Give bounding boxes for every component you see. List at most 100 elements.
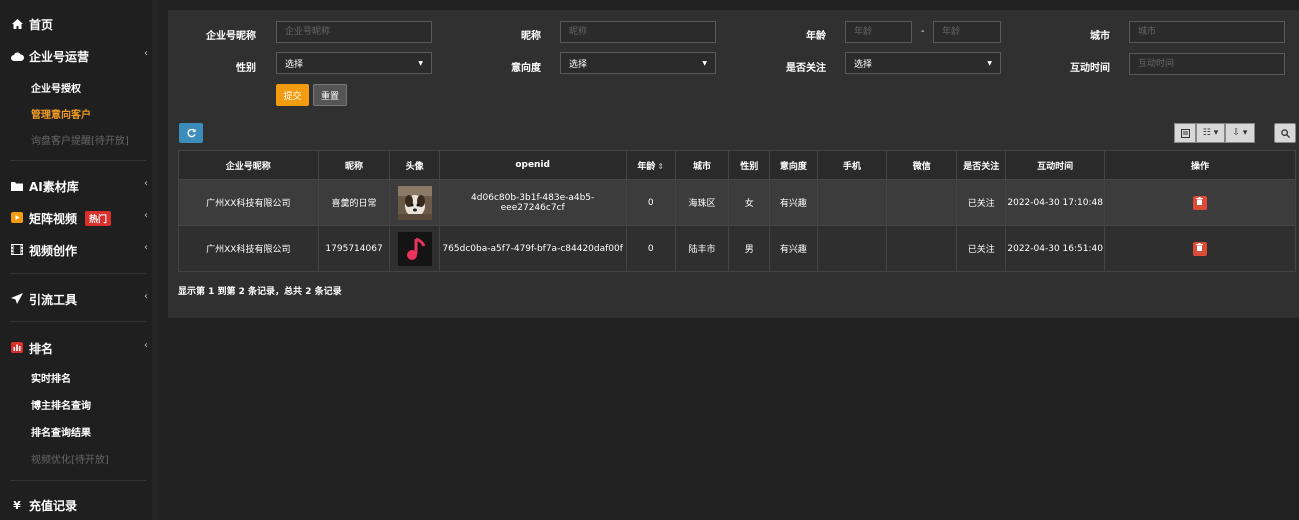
cell-phone <box>816 225 888 272</box>
export-button[interactable]: ⇩ ▾ <box>1225 123 1255 143</box>
cell-company: 广州XX科技有限公司 <box>178 225 319 272</box>
refresh-button[interactable] <box>179 123 203 143</box>
delete-button[interactable] <box>1192 195 1207 210</box>
columns-button[interactable]: ☷ ▾ <box>1196 123 1225 143</box>
sidebar-group-recharge[interactable]: ¥ 充值记录 <box>10 497 152 514</box>
cell-wechat <box>886 225 958 272</box>
sidebar-group-ai-library[interactable]: AI素材库 ‹ <box>10 178 152 195</box>
column-header[interactable]: 操作 <box>1103 150 1297 180</box>
cell-age: 0 <box>625 179 676 226</box>
music-note-avatar <box>397 231 432 266</box>
sidebar-group-video-creation[interactable]: 视频创作 ‹ <box>10 242 152 259</box>
caret-down-icon: ▼ <box>418 59 423 67</box>
sidebar-group-label: 充值记录 <box>29 499 78 513</box>
play-badge-icon <box>10 211 24 226</box>
table-row[interactable]: 广州XX科技有限公司 喜羹的日常 4d06c80b-3b1f-483e-a4b5… <box>178 179 1297 226</box>
sidebar-group-ranking[interactable]: 排名 ‹ <box>10 340 152 357</box>
city-input[interactable] <box>1129 21 1285 43</box>
sidebar-item-manage-leads[interactable]: 管理意向客户 <box>31 106 91 121</box>
caret-down-icon: ▼ <box>702 59 707 67</box>
age-label: 年龄 <box>806 31 826 42</box>
cell-intention: 有兴趣 <box>769 179 818 226</box>
trash-icon <box>1196 196 1204 205</box>
yen-icon: ¥ <box>13 499 21 512</box>
table-row[interactable]: 广州XX科技有限公司 1795714067 765dc0ba-a5f7-479f… <box>178 225 1297 272</box>
column-header[interactable]: 微信 <box>886 150 958 180</box>
home-icon <box>10 18 24 32</box>
followed-select[interactable]: 选择 ▼ <box>845 52 1001 74</box>
age-range-separator: - <box>921 26 925 37</box>
sidebar-group-traffic-tools[interactable]: 引流工具 ‹ <box>10 291 152 308</box>
gender-label: 性别 <box>236 63 256 74</box>
nickname-input[interactable] <box>560 21 716 43</box>
send-icon <box>10 292 24 307</box>
column-header[interactable]: 性别 <box>728 150 771 180</box>
submit-button[interactable]: 提交 <box>276 84 309 106</box>
sidebar-item-realtime-ranking[interactable]: 实时排名 <box>31 370 71 385</box>
column-header-age[interactable]: 年龄 ⇕ <box>625 150 676 180</box>
sidebar-item-video-optimize: 视频优化[待开放] <box>31 455 109 466</box>
sidebar-divider <box>10 321 146 322</box>
sort-icon: ⇕ <box>657 161 665 171</box>
cell-avatar <box>389 179 440 226</box>
column-header[interactable]: 城市 <box>674 150 730 180</box>
cell-avatar <box>389 225 440 272</box>
sidebar-item-enterprise-auth[interactable]: 企业号授权 <box>31 80 81 95</box>
interact-time-input[interactable] <box>1129 53 1285 75</box>
sidebar-divider <box>10 480 146 481</box>
column-header[interactable]: 互动时间 <box>1005 150 1105 180</box>
age-from-input[interactable] <box>845 21 912 43</box>
column-header[interactable]: 头像 <box>389 150 440 180</box>
column-header[interactable]: 昵称 <box>317 150 391 180</box>
toggle-view-button[interactable] <box>1174 123 1196 143</box>
followed-select-value: 选择 <box>854 59 873 70</box>
chevron-left-icon: ‹ <box>144 210 148 221</box>
cell-openid: 4d06c80b-3b1f-483e-a4b5-eee27246c7cf <box>438 179 627 226</box>
delete-button[interactable] <box>1192 241 1207 256</box>
search-toggle-button[interactable] <box>1274 123 1296 143</box>
sidebar-item-label: 首页 <box>29 18 54 32</box>
columns-icon: ☷ ▾ <box>1202 128 1219 138</box>
cell-actions <box>1103 225 1297 272</box>
cell-intention: 有兴趣 <box>769 225 818 272</box>
gender-select[interactable]: 选择 ▼ <box>276 52 432 74</box>
cell-city: 海珠区 <box>674 179 730 226</box>
cell-phone <box>816 179 888 226</box>
nickname-label: 昵称 <box>521 31 541 42</box>
column-header[interactable]: 是否关注 <box>956 150 1007 180</box>
cell-time: 2022-04-30 16:51:40 <box>1005 225 1105 272</box>
film-icon <box>10 243 24 258</box>
sidebar-item-home[interactable]: 首页 <box>10 16 53 33</box>
intention-select[interactable]: 选择 ▼ <box>560 52 716 74</box>
export-icon: ⇩ ▾ <box>1232 128 1248 138</box>
sidebar-item-blogger-ranking[interactable]: 博主排名查询 <box>31 397 91 412</box>
cell-actions <box>1103 179 1297 226</box>
customer-table: 企业号昵称 昵称 头像 openid 年龄 ⇕ 城市 性别 意向度 手机 微信 是… <box>178 150 1297 272</box>
column-header[interactable]: openid <box>438 150 627 180</box>
dog-photo-avatar <box>397 185 432 220</box>
company-nickname-input[interactable] <box>276 21 432 43</box>
sidebar-divider <box>10 273 146 274</box>
column-header[interactable]: 意向度 <box>769 150 818 180</box>
column-header[interactable]: 手机 <box>816 150 888 180</box>
age-to-input[interactable] <box>933 21 1001 43</box>
sidebar-group-matrix-video[interactable]: 矩阵视频 热门 ‹ <box>10 210 152 227</box>
sidebar-group-enterprise[interactable]: 企业号运营 ‹ <box>10 48 152 65</box>
cell-followed: 已关注 <box>956 225 1007 272</box>
intention-select-value: 选择 <box>569 59 588 70</box>
sidebar-item-inquiry-reminder: 询盘客户提醒[待开放] <box>31 136 129 147</box>
city-label: 城市 <box>1090 31 1110 42</box>
cell-nickname: 1795714067 <box>317 225 391 272</box>
chevron-left-icon: ‹ <box>144 242 148 253</box>
cell-gender: 男 <box>728 225 771 272</box>
sidebar: 首页 企业号运营 ‹ 企业号授权 管理意向客户 询盘客户提醒[待开放] AI素材… <box>0 0 158 520</box>
cell-gender: 女 <box>728 179 771 226</box>
chevron-left-icon: ‹ <box>144 291 148 302</box>
search-icon <box>1280 128 1290 138</box>
reset-button[interactable]: 重置 <box>313 84 347 106</box>
cell-nickname: 喜羹的日常 <box>317 179 391 226</box>
cell-age: 0 <box>625 225 676 272</box>
column-header[interactable]: 企业号昵称 <box>178 150 319 180</box>
sidebar-item-ranking-results[interactable]: 排名查询结果 <box>31 424 91 439</box>
hot-badge: 热门 <box>85 211 112 226</box>
